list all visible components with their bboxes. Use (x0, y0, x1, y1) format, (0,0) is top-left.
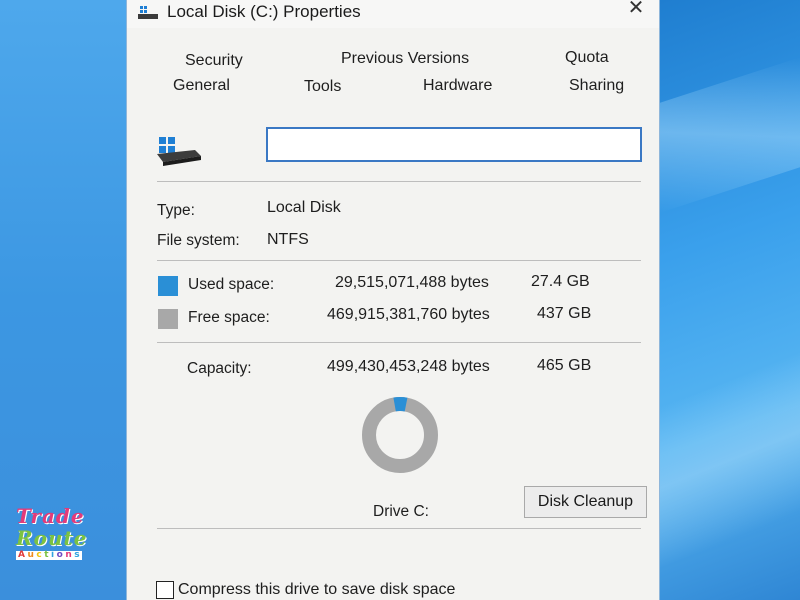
compress-checkbox[interactable] (156, 581, 174, 599)
divider (157, 528, 641, 529)
tab-tools[interactable]: Tools (304, 78, 341, 96)
drive-name-input[interactable] (266, 127, 642, 162)
divider (157, 181, 641, 182)
watermark-line1: Trade (16, 504, 85, 528)
disk-cleanup-button[interactable]: Disk Cleanup (524, 486, 647, 518)
title-bar: Local Disk (C:) Properties ✕ (127, 0, 659, 28)
type-value: Local Disk (267, 199, 341, 216)
type-label: Type: (157, 202, 195, 219)
tab-quota[interactable]: Quota (565, 49, 609, 67)
watermark-logo: Trade Route Auctions (16, 506, 96, 582)
capacity-bytes: 499,430,453,248 bytes (327, 358, 490, 375)
watermark-line3: Auctions (16, 550, 83, 560)
used-space-swatch (158, 276, 178, 296)
compress-label[interactable]: Compress this drive to save disk space (178, 581, 455, 599)
capacity-human: 465 GB (537, 357, 592, 374)
file-system-label: File system: (157, 232, 240, 249)
window-title: Local Disk (C:) Properties (167, 2, 361, 21)
used-space-label: Used space: (188, 276, 275, 293)
drive-icon (138, 6, 158, 19)
drive-label: Drive C: (373, 503, 429, 520)
used-space-human: 27.4 GB (531, 273, 590, 290)
free-space-swatch (158, 309, 178, 329)
free-space-human: 437 GB (537, 305, 592, 322)
watermark-line2: Route (16, 526, 88, 550)
desktop-background-right (660, 0, 800, 600)
tab-hardware[interactable]: Hardware (423, 77, 492, 95)
free-space-bytes: 469,915,381,760 bytes (327, 306, 490, 323)
file-system-value: NTFS (267, 231, 309, 248)
disk-usage-donut (362, 397, 438, 473)
tab-general[interactable]: General (173, 77, 230, 95)
free-space-label: Free space: (188, 309, 270, 326)
properties-dialog: Local Disk (C:) Properties ✕ Security Pr… (126, 0, 660, 600)
tab-sharing[interactable]: Sharing (569, 77, 624, 95)
tab-security[interactable]: Security (185, 52, 243, 70)
used-space-bytes: 29,515,071,488 bytes (335, 274, 489, 291)
divider (157, 342, 641, 343)
capacity-label: Capacity: (187, 360, 252, 377)
drive-icon (157, 137, 201, 166)
donut-free-ring (362, 397, 438, 473)
divider (157, 260, 641, 261)
tab-previous-versions[interactable]: Previous Versions (341, 50, 469, 68)
close-icon[interactable]: ✕ (613, 0, 659, 22)
